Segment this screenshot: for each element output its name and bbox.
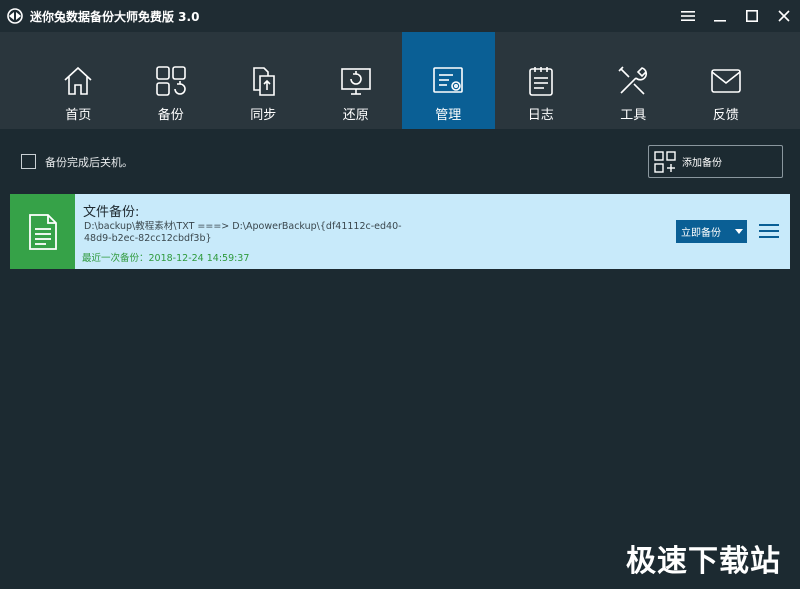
log-icon [528, 67, 553, 96]
maximize-icon [746, 10, 758, 22]
maximize-button[interactable] [736, 0, 768, 32]
tab-sync[interactable]: 同步 [217, 32, 310, 129]
home-icon [64, 66, 92, 95]
close-button[interactable] [768, 0, 800, 32]
task-menu-icon[interactable] [759, 223, 779, 239]
tab-home[interactable]: 首页 [32, 32, 125, 129]
tab-sync-label: 同步 [250, 108, 277, 123]
task-name: 文件备份: [83, 205, 140, 220]
feedback-icon [710, 69, 741, 93]
tab-manage[interactable]: 管理 [402, 32, 495, 129]
tab-backup-label: 备份 [157, 108, 184, 123]
tab-log-label: 日志 [527, 108, 554, 123]
minimize-icon [714, 20, 726, 22]
menu-button[interactable] [672, 0, 704, 32]
task-path: D:\backup\教程素材\TXT ===> D:\ApowerBackup\… [84, 221, 402, 244]
title-bar: 迷你兔数据备份大师免费版 3.0 [0, 0, 800, 32]
minimize-button[interactable] [704, 0, 736, 32]
tab-log[interactable]: 日志 [495, 32, 588, 129]
tab-feedback-label: 反馈 [712, 108, 739, 123]
sync-icon [253, 67, 276, 96]
app-logo-icon [7, 8, 23, 24]
main-nav: 首页 备份 同步 还原 管理 日志 工具 反馈 [0, 32, 800, 129]
run-backup-button[interactable]: 立即备份 [676, 220, 747, 243]
run-backup-label: 立即备份 [681, 228, 721, 239]
tab-home-label: 首页 [65, 108, 92, 123]
window-controls [672, 0, 800, 32]
close-icon [778, 10, 790, 22]
chevron-down-icon[interactable] [735, 229, 743, 234]
menu-icon [681, 11, 695, 21]
task-icon-box [10, 194, 75, 269]
file-document-icon [28, 213, 57, 250]
tab-restore-label: 还原 [342, 108, 369, 123]
tab-backup[interactable]: 备份 [125, 32, 218, 129]
task-last-backup: 最近一次备份：2018-12-24 14:59:37 [82, 253, 250, 264]
restore-icon [340, 68, 371, 95]
shutdown-checkbox[interactable] [21, 154, 36, 169]
tab-restore[interactable]: 还原 [310, 32, 403, 129]
backup-icon [155, 66, 186, 96]
add-backup-icon [654, 150, 676, 173]
shutdown-label: 备份完成后关机。 [45, 156, 133, 169]
tab-feedback[interactable]: 反馈 [680, 32, 773, 129]
window-title: 迷你兔数据备份大师免费版 3.0 [30, 9, 200, 24]
watermark-text: 极速下载站 [626, 544, 781, 579]
add-backup-button[interactable]: 添加备份 [648, 145, 783, 178]
tab-tools-label: 工具 [620, 108, 647, 123]
tools-icon [618, 66, 648, 95]
add-backup-label: 添加备份 [682, 158, 722, 169]
options-row: 备份完成后关机。 添加备份 [0, 129, 800, 193]
tab-tools[interactable]: 工具 [587, 32, 680, 129]
backup-task-card[interactable]: 文件备份: D:\backup\教程素材\TXT ===> D:\ApowerB… [10, 194, 790, 269]
manage-icon [433, 67, 464, 93]
tab-manage-label: 管理 [435, 108, 462, 123]
